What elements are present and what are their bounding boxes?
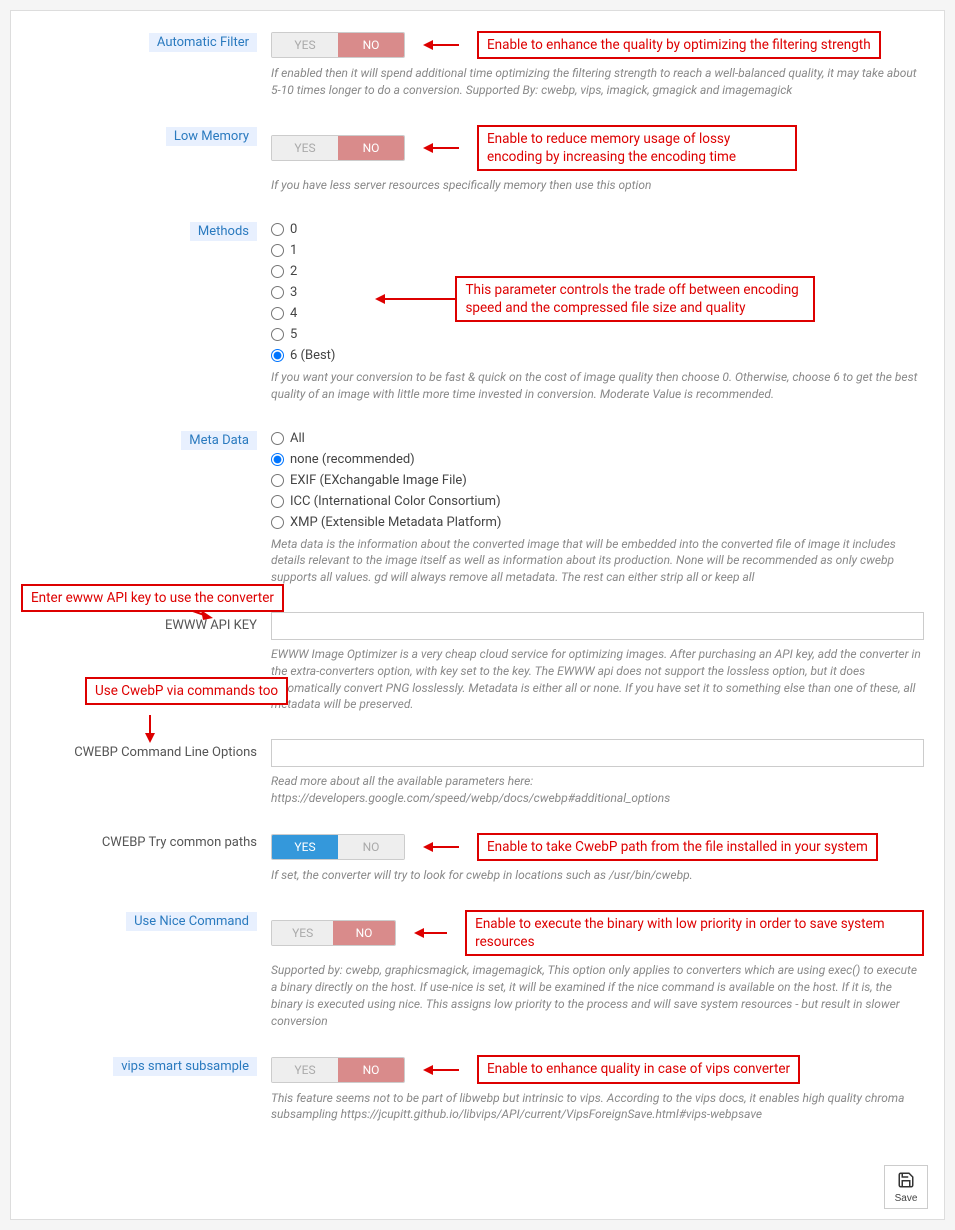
cwebp-try-toggle[interactable]: YES NO <box>271 834 405 860</box>
low-memory-label: Low Memory <box>166 127 257 146</box>
cwebp-cmd-callout: Use CwebP via commands too <box>85 677 288 705</box>
cwebp-cmd-block: Use CwebP via commands too CWEBP Command… <box>31 739 924 807</box>
automatic-filter-toggle[interactable]: YES NO <box>271 32 405 58</box>
meta-option-icc[interactable]: ICC (International Color Consortium) <box>271 494 924 509</box>
save-button[interactable]: Save <box>884 1165 928 1209</box>
method-option-2[interactable]: 2 <box>271 264 335 279</box>
cwebp-cmd-desc: Read more about all the available parame… <box>271 773 924 807</box>
meta-option-all[interactable]: All <box>271 431 924 446</box>
ewww-desc: EWWW Image Optimizer is a very cheap clo… <box>271 646 924 713</box>
automatic-filter-desc: If enabled then it will spend additional… <box>271 65 924 99</box>
toggle-no: NO <box>338 835 404 859</box>
settings-panel: Automatic Filter YES NO Enable to enhanc… <box>10 10 945 1220</box>
automatic-filter-callout: Enable to enhance the quality by optimiz… <box>477 31 881 59</box>
automatic-filter-label: Automatic Filter <box>149 33 257 52</box>
low-memory-block: Low Memory YES NO Enable to reduce memor… <box>31 125 924 194</box>
low-memory-desc: If you have less server resources specif… <box>271 177 924 194</box>
cwebp-try-callout: Enable to take CwebP path from the file … <box>477 833 878 861</box>
automatic-filter-block: Automatic Filter YES NO Enable to enhanc… <box>31 31 924 99</box>
method-option-5[interactable]: 5 <box>271 327 335 342</box>
methods-radio-list: 0 1 2 3 4 5 6 (Best) <box>271 220 335 363</box>
cwebp-cmd-input[interactable] <box>271 739 924 767</box>
meta-data-desc: Meta data is the information about the c… <box>271 536 924 586</box>
method-option-1[interactable]: 1 <box>271 243 335 258</box>
cwebp-cmd-label: CWEBP Command Line Options <box>74 745 257 760</box>
cwebp-try-block: CWEBP Try common paths YES NO Enable to … <box>31 833 924 884</box>
use-nice-block: Use Nice Command YES NO Enable to execut… <box>31 910 924 1030</box>
use-nice-desc: Supported by: cwebp, graphicsmagick, ima… <box>271 962 924 1029</box>
toggle-yes: YES <box>272 835 338 859</box>
meta-data-block: Meta Data All none (recommended) EXIF (E… <box>31 429 924 586</box>
low-memory-toggle[interactable]: YES NO <box>271 135 405 161</box>
ewww-api-key-input[interactable] <box>271 612 924 640</box>
methods-label: Methods <box>190 222 257 241</box>
vips-block: vips smart subsample YES NO Enable to en… <box>31 1055 924 1123</box>
method-option-6[interactable]: 6 (Best) <box>271 348 335 363</box>
vips-callout: Enable to enhance quality in case of vip… <box>477 1055 800 1083</box>
toggle-no: NO <box>338 1058 404 1082</box>
meta-data-radio-list: All none (recommended) EXIF (EXchangable… <box>271 429 924 530</box>
method-option-0[interactable]: 0 <box>271 222 335 237</box>
toggle-yes: YES <box>272 921 333 945</box>
meta-data-label: Meta Data <box>181 431 257 450</box>
method-option-4[interactable]: 4 <box>271 306 335 321</box>
save-icon <box>897 1171 915 1192</box>
toggle-no: NO <box>333 921 394 945</box>
use-nice-toggle[interactable]: YES NO <box>271 920 396 946</box>
vips-toggle[interactable]: YES NO <box>271 1057 405 1083</box>
method-option-3[interactable]: 3 <box>271 285 335 300</box>
vips-desc: This feature seems not to be part of lib… <box>271 1090 924 1124</box>
cwebp-try-label: CWEBP Try common paths <box>102 835 257 850</box>
meta-option-exif[interactable]: EXIF (EXchangable Image File) <box>271 473 924 488</box>
meta-option-xmp[interactable]: XMP (Extensible Metadata Platform) <box>271 515 924 530</box>
toggle-no: NO <box>338 33 404 57</box>
toggle-yes: YES <box>272 1058 338 1082</box>
cwebp-try-desc: If set, the converter will try to look f… <box>271 867 924 884</box>
use-nice-label: Use Nice Command <box>126 912 257 931</box>
vips-label: vips smart subsample <box>113 1057 257 1076</box>
low-memory-callout: Enable to reduce memory usage of lossy e… <box>477 125 797 171</box>
use-nice-callout: Enable to execute the binary with low pr… <box>465 910 924 956</box>
save-label: Save <box>895 1193 918 1204</box>
ewww-callout: Enter ewww API key to use the converter <box>21 584 284 612</box>
methods-block: Methods 0 1 2 3 4 5 6 (Best) This parame… <box>31 220 924 403</box>
methods-callout: This parameter controls the trade off be… <box>455 276 815 322</box>
ewww-label: EWWW API KEY <box>165 618 257 633</box>
toggle-no: NO <box>338 136 404 160</box>
toggle-yes: YES <box>272 136 338 160</box>
methods-desc: If you want your conversion to be fast &… <box>271 369 924 403</box>
meta-option-none[interactable]: none (recommended) <box>271 452 924 467</box>
toggle-yes: YES <box>272 33 338 57</box>
